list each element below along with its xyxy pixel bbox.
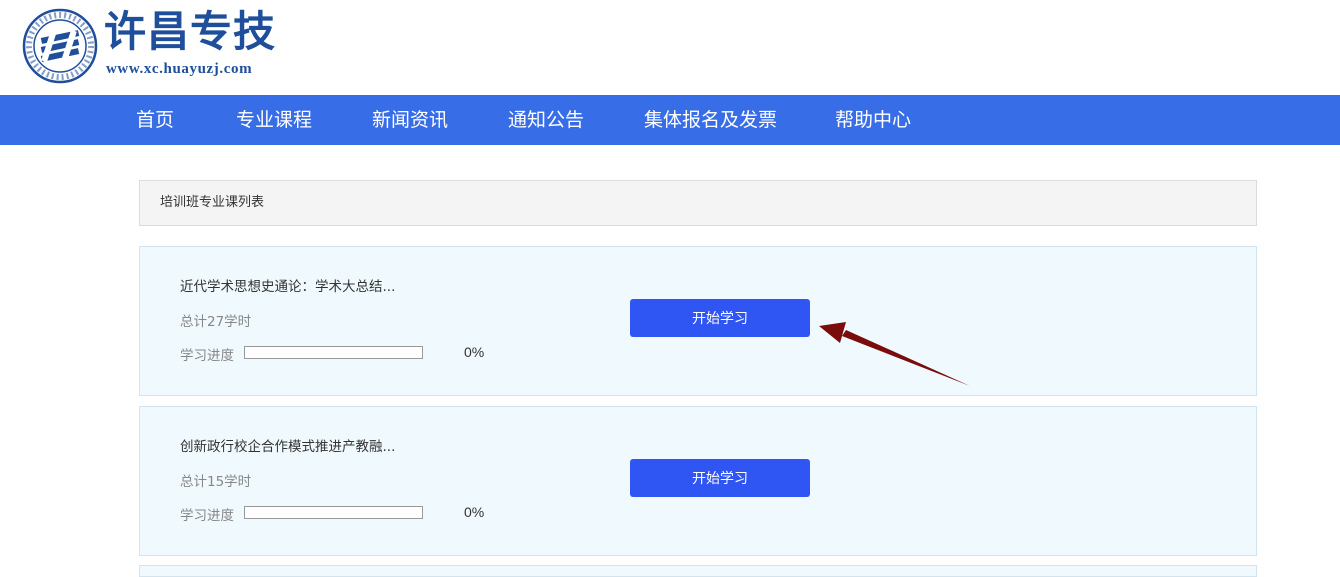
start-learning-button[interactable]: 开始学习 <box>630 299 810 337</box>
course-list-header: 培训班专业课列表 <box>139 180 1257 226</box>
nav-item-group-registration[interactable]: 集体报名及发票 <box>644 95 777 145</box>
nav-item-help[interactable]: 帮助中心 <box>835 95 911 145</box>
course-card: 创新政行校企合作模式推进产教融... 总计15学时 学习进度 0% 开始学习 <box>139 406 1257 556</box>
progress-percent: 0% <box>464 344 485 360</box>
course-hours: 总计15学时 <box>180 474 252 490</box>
nav-item-notices[interactable]: 通知公告 <box>508 95 584 145</box>
course-title: 近代学术思想史通论：学术大总结... <box>180 279 396 295</box>
site-logo-title[interactable]: 许昌专技 <box>104 6 276 58</box>
progress-bar <box>244 506 423 519</box>
course-card-partial <box>139 565 1257 577</box>
course-hours: 总计27学时 <box>180 314 252 330</box>
school-emblem-icon <box>22 8 98 84</box>
course-list-title: 培训班专业课列表 <box>160 195 265 210</box>
nav-item-news[interactable]: 新闻资讯 <box>372 95 448 145</box>
nav-item-courses[interactable]: 专业课程 <box>236 95 312 145</box>
site-url: www.xc.huayuzj.com <box>106 61 253 77</box>
progress-label: 学习进度 <box>180 348 234 364</box>
course-title: 创新政行校企合作模式推进产教融... <box>180 439 396 455</box>
site-header: 许昌专技 www.xc.huayuzj.com <box>0 0 1340 95</box>
start-learning-button[interactable]: 开始学习 <box>630 459 810 497</box>
main-nav: 首页 专业课程 新闻资讯 通知公告 集体报名及发票 帮助中心 <box>0 95 1340 145</box>
course-card: 近代学术思想史通论：学术大总结... 总计27学时 学习进度 0% 开始学习 <box>139 246 1257 396</box>
progress-label: 学习进度 <box>180 508 234 524</box>
progress-bar <box>244 346 423 359</box>
progress-percent: 0% <box>464 504 485 520</box>
nav-item-home[interactable]: 首页 <box>136 95 174 145</box>
